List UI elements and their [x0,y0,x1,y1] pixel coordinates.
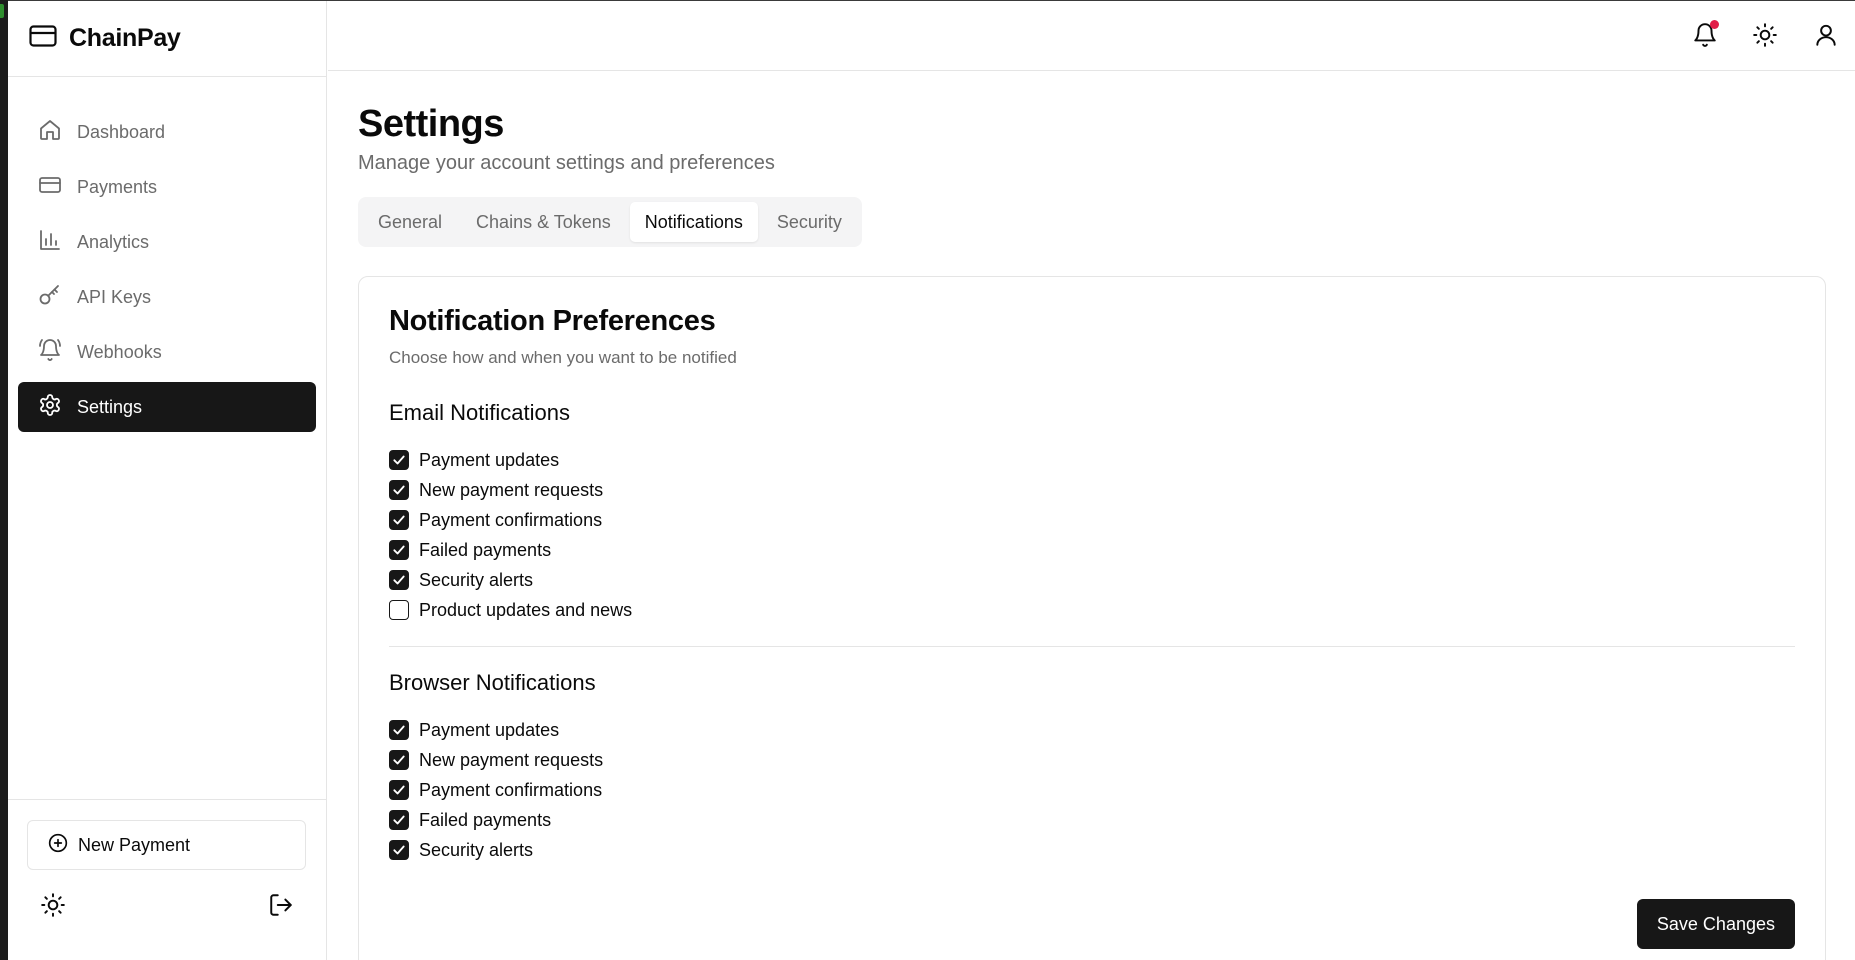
email-option-security-alerts[interactable]: Security alerts [389,565,1795,595]
checkbox-label: Product updates and news [419,599,633,620]
sidebar-item-label: Dashboard [77,121,166,142]
key-icon [38,283,62,312]
notification-preferences-card: Notification Preferences Choose how and … [358,276,1826,960]
page-title: Settings [358,103,504,145]
browser-option-security-alerts[interactable]: Security alerts [389,835,1795,865]
sidebar-item-label: Analytics [77,231,150,252]
bell-ring-icon [38,338,62,367]
email-option-product-updates[interactable]: Product updates and news [389,595,1795,625]
checkbox-label: New payment requests [419,479,604,500]
checkbox-label: Failed payments [419,539,552,560]
browser-option-payment-confirmations[interactable]: Payment confirmations [389,775,1795,805]
browser-option-failed-payments[interactable]: Failed payments [389,805,1795,835]
email-option-payment-updates[interactable]: Payment updates [389,445,1795,475]
email-option-payment-confirmations[interactable]: Payment confirmations [389,505,1795,535]
sidebar-item-label: Payments [77,176,158,197]
email-option-new-payment-requests[interactable]: New payment requests [389,475,1795,505]
new-payment-label: New Payment [78,834,191,855]
credit-card-icon [29,25,57,52]
checkbox-label: Payment updates [419,719,560,740]
settings-tabs: General Chains & Tokens Notifications Se… [358,197,862,247]
sidebar-item-label: Webhooks [77,341,162,362]
checkbox[interactable] [389,540,409,560]
checkbox-label: Failed payments [419,809,552,830]
notification-badge [1710,20,1719,29]
brand[interactable]: ChainPay [8,1,326,77]
new-payment-button[interactable]: New Payment [27,820,306,870]
logout-icon[interactable] [268,892,294,923]
tab-notifications[interactable]: Notifications [629,202,758,242]
topbar [328,1,1855,71]
tab-general[interactable]: General [363,202,457,242]
browser-option-payment-updates[interactable]: Payment updates [389,715,1795,745]
checkbox-label: Payment confirmations [419,779,603,800]
email-options: Payment updates New payment requests Pay… [389,445,1795,625]
sun-icon[interactable] [1751,21,1779,49]
edge-indicator [0,4,4,18]
checkbox[interactable] [389,840,409,860]
checkbox[interactable] [389,510,409,530]
email-notifications-heading: Email Notifications [389,400,570,425]
user-icon[interactable] [1812,21,1840,49]
section-divider [389,646,1795,647]
sidebar-footer-actions [27,892,306,923]
sidebar-nav: Dashboard Payments Analytics API Keys We… [8,77,326,432]
checkbox-label: Payment updates [419,449,560,470]
checkbox[interactable] [389,480,409,500]
credit-card-icon [38,173,62,202]
checkbox[interactable] [389,810,409,830]
browser-option-new-payment-requests[interactable]: New payment requests [389,745,1795,775]
sidebar-item-api-keys[interactable]: API Keys [18,272,316,322]
tab-chains-tokens[interactable]: Chains & Tokens [461,202,626,242]
checkbox[interactable] [389,570,409,590]
sidebar-item-analytics[interactable]: Analytics [18,217,316,267]
save-changes-button[interactable]: Save Changes [1636,899,1795,949]
checkbox[interactable] [389,720,409,740]
sidebar-footer: New Payment [8,799,326,923]
checkbox[interactable] [389,780,409,800]
window-edge [0,0,8,960]
browser-notifications-heading: Browser Notifications [389,670,596,695]
main-content: Settings Manage your account settings an… [358,71,1826,960]
email-option-failed-payments[interactable]: Failed payments [389,535,1795,565]
checkbox-label: Security alerts [419,569,534,590]
sidebar-item-label: API Keys [77,286,152,307]
browser-options: Payment updates New payment requests Pay… [389,715,1795,865]
page-subtitle: Manage your account settings and prefere… [358,152,775,174]
card-subtitle: Choose how and when you want to be notif… [389,348,737,367]
sun-icon[interactable] [40,892,66,923]
plus-circle-icon [48,833,68,858]
checkbox-label: Payment confirmations [419,509,603,530]
app-name: ChainPay [69,24,181,52]
gear-icon [38,393,62,422]
checkbox-label: Security alerts [419,839,534,860]
sidebar-item-label: Settings [77,396,143,417]
checkbox[interactable] [389,600,409,620]
checkbox[interactable] [389,750,409,770]
sidebar-item-settings[interactable]: Settings [18,382,316,432]
sidebar-item-dashboard[interactable]: Dashboard [18,107,316,157]
bell-icon[interactable] [1691,20,1719,49]
checkbox-label: New payment requests [419,749,604,770]
card-title: Notification Preferences [389,305,716,337]
sidebar-item-webhooks[interactable]: Webhooks [18,327,316,377]
sidebar-item-payments[interactable]: Payments [18,162,316,212]
checkbox[interactable] [389,450,409,470]
sidebar: ChainPay Dashboard Payments Analytics AP… [8,1,327,960]
tab-security[interactable]: Security [762,202,857,242]
bar-chart-icon [38,228,62,257]
home-icon [38,118,62,147]
